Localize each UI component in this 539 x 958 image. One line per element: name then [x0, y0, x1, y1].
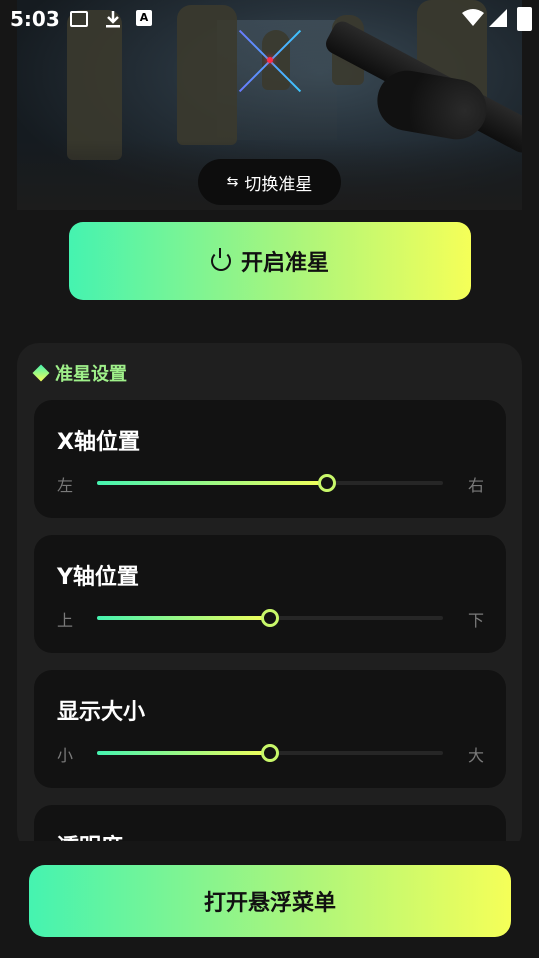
enable-crosshair-label: 开启准星	[240, 251, 329, 276]
slider-thumb[interactable]	[261, 609, 279, 627]
status-time: 5:03	[10, 7, 60, 31]
card-title: Y轴位置	[57, 565, 139, 590]
open-floating-menu-label: 打开悬浮菜单	[203, 891, 336, 916]
crosshair-preview	[235, 26, 305, 96]
size-slider[interactable]	[97, 744, 443, 762]
diamond-icon	[32, 364, 50, 382]
settings-title: 准星设置	[32, 360, 127, 386]
open-floating-menu-button[interactable]: 打开悬浮菜单	[29, 865, 511, 937]
wifi-icon	[462, 9, 484, 27]
slider-max-label: 下	[467, 611, 484, 630]
signal-icon	[489, 9, 507, 27]
x-position-slider[interactable]	[97, 474, 443, 492]
x-position-card: X轴位置 左 右	[34, 400, 506, 518]
status-bar: 5:03 A	[0, 0, 539, 36]
y-position-slider[interactable]	[97, 609, 443, 627]
slider-thumb[interactable]	[261, 744, 279, 762]
card-title: X轴位置	[57, 430, 140, 455]
slider-min-label: 上	[57, 611, 74, 630]
enable-crosshair-button[interactable]: 开启准星	[69, 222, 471, 300]
switch-crosshair-label: 切换准星	[244, 174, 313, 195]
crosshair-settings-panel: 准星设置 X轴位置 左 右 Y轴位置 上 下 显示大小 小 大 透明度	[17, 343, 522, 853]
slider-min-label: 小	[57, 746, 74, 765]
switch-crosshair-button[interactable]: ⇆ 切换准星	[198, 159, 341, 205]
swap-icon: ⇆	[226, 174, 239, 190]
slider-min-label: 左	[57, 476, 74, 495]
power-icon	[210, 248, 231, 271]
slider-fill	[97, 751, 270, 755]
download-icon	[104, 9, 122, 28]
slider-max-label: 右	[467, 476, 484, 495]
a-icon: A	[136, 10, 152, 26]
card-title: 显示大小	[57, 700, 146, 725]
slider-fill	[97, 616, 270, 620]
slider-max-label: 大	[467, 746, 484, 765]
settings-title-text: 准星设置	[55, 364, 127, 385]
slider-fill	[97, 481, 328, 485]
y-position-card: Y轴位置 上 下	[34, 535, 506, 653]
slider-thumb[interactable]	[318, 474, 337, 492]
battery-icon	[517, 7, 532, 31]
image-icon	[70, 11, 88, 27]
size-card: 显示大小 小 大	[34, 670, 506, 788]
